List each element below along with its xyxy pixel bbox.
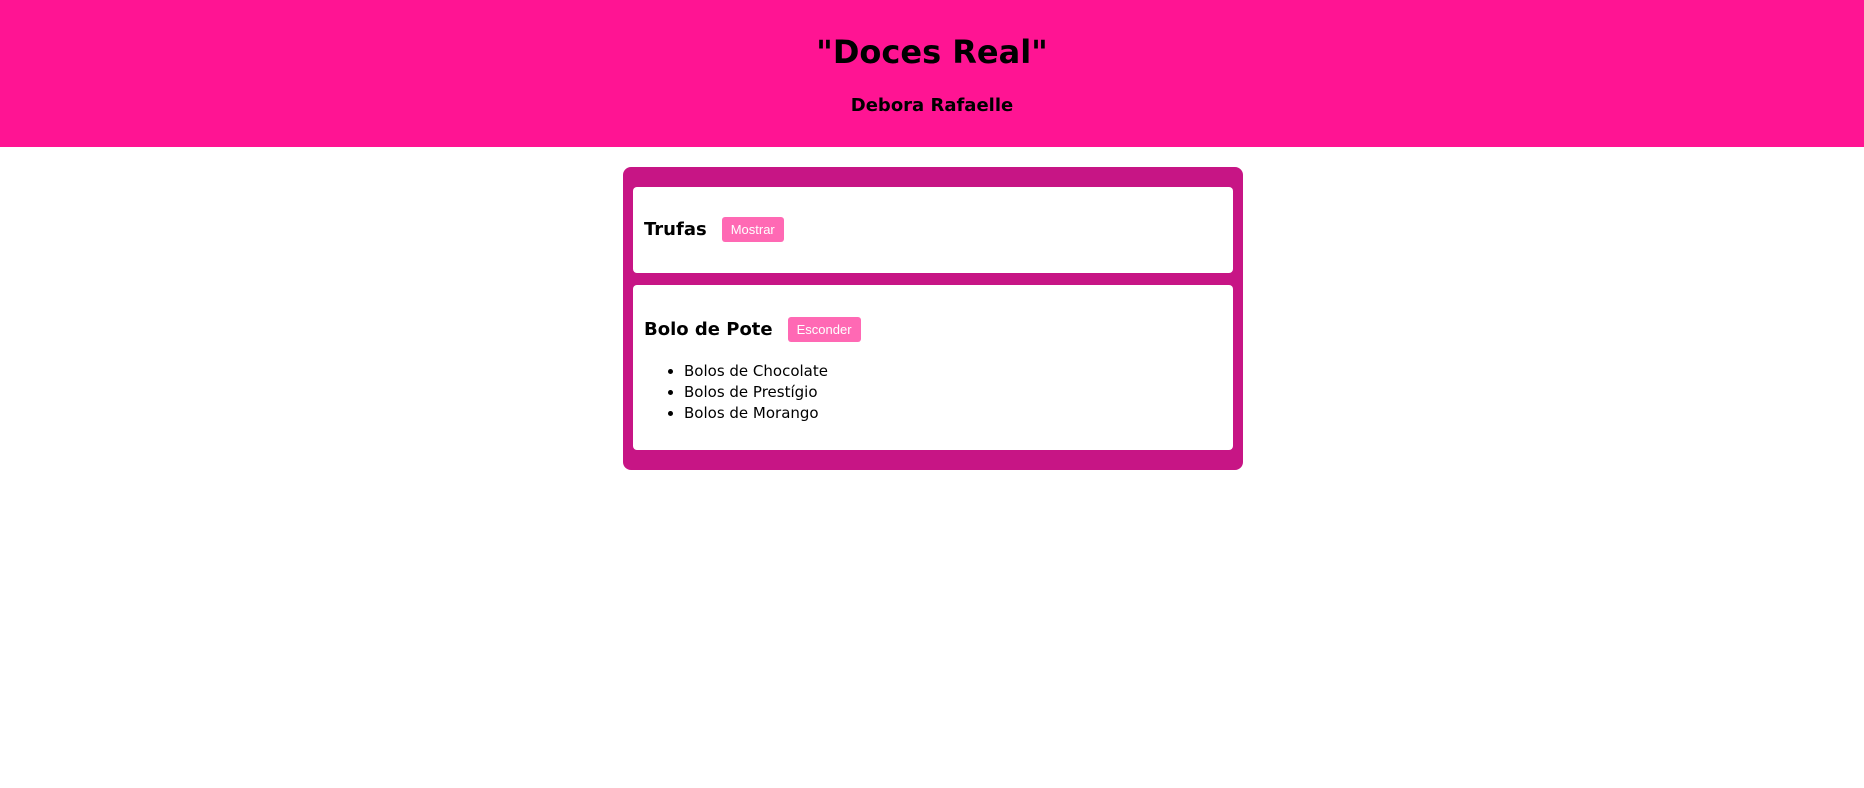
section-title: Bolo de Pote <box>644 318 773 340</box>
list-item: Bolos de Chocolate <box>684 361 828 382</box>
section-header: Bolo de Pote Esconder <box>644 317 861 342</box>
hide-button[interactable]: Esconder <box>787 317 861 342</box>
section-bolo-de-pote: Bolo de Pote Esconder Bolos de Chocolate… <box>633 285 1233 450</box>
page-header: "Doces Real" Debora Rafaelle <box>0 0 1864 147</box>
page-subtitle: Debora Rafaelle <box>850 95 1014 116</box>
page-title: "Doces Real" <box>816 33 1048 71</box>
section-header: Trufas Mostrar <box>644 217 784 242</box>
section-trufas: Trufas Mostrar <box>633 187 1233 273</box>
sections-container: Trufas Mostrar Bolo de Pote Esconder Bol… <box>623 167 1243 470</box>
item-list: Bolos de Chocolate Bolos de Prestígio Bo… <box>644 361 828 424</box>
list-item: Bolos de Prestígio <box>684 382 828 403</box>
list-item: Bolos de Morango <box>684 403 828 424</box>
section-title: Trufas <box>644 218 707 240</box>
show-button[interactable]: Mostrar <box>721 217 784 242</box>
